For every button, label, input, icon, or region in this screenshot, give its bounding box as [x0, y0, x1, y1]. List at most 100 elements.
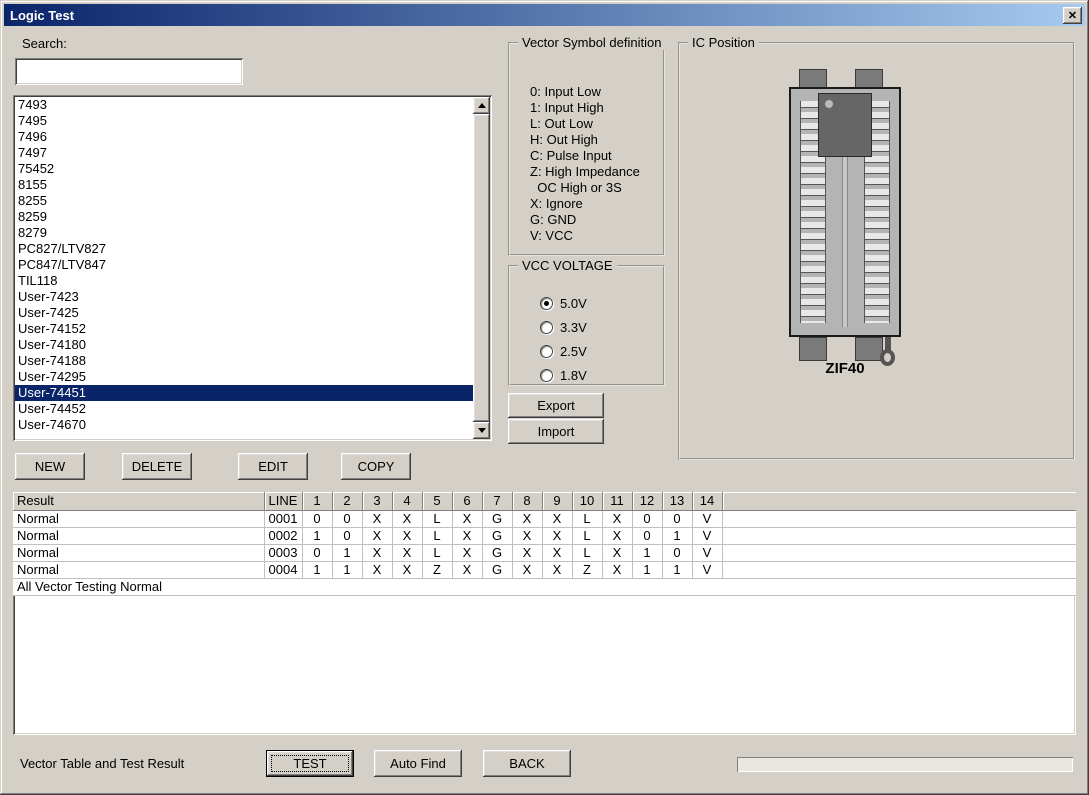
- ic-position-title: IC Position: [688, 35, 759, 50]
- auto-find-button[interactable]: Auto Find: [374, 750, 462, 777]
- radio-icon[interactable]: [540, 321, 553, 334]
- vcc-option-label: 2.5V: [560, 344, 587, 359]
- column-header[interactable]: 7: [482, 492, 512, 510]
- vector-symbol-line: L: Out Low: [530, 116, 640, 132]
- list-item[interactable]: 75452: [15, 161, 473, 177]
- list-item[interactable]: PC827/LTV827: [15, 241, 473, 257]
- progress-bar: [737, 757, 1073, 772]
- column-header[interactable]: 2: [332, 492, 362, 510]
- list-item[interactable]: User-74180: [15, 337, 473, 353]
- column-header[interactable]: 14: [692, 492, 722, 510]
- close-icon[interactable]: ✕: [1063, 7, 1082, 24]
- list-item[interactable]: 8155: [15, 177, 473, 193]
- column-header[interactable]: 5: [422, 492, 452, 510]
- scroll-down-icon[interactable]: [473, 422, 490, 439]
- column-header[interactable]: 13: [662, 492, 692, 510]
- search-input[interactable]: [15, 58, 243, 85]
- vector-cell: V: [692, 544, 722, 561]
- line-cell: 0002: [264, 527, 302, 544]
- import-button[interactable]: Import: [508, 419, 604, 444]
- vector-cell: 1: [332, 544, 362, 561]
- vcc-option[interactable]: 3.3V: [540, 315, 587, 339]
- vector-cell: X: [392, 510, 422, 527]
- list-item[interactable]: TIL118: [15, 273, 473, 289]
- list-scrollbar[interactable]: [473, 97, 490, 439]
- column-header[interactable]: 6: [452, 492, 482, 510]
- vector-cell: G: [482, 527, 512, 544]
- list-item[interactable]: PC847/LTV847: [15, 257, 473, 273]
- scroll-up-icon[interactable]: [473, 97, 490, 114]
- radio-icon[interactable]: [540, 297, 553, 310]
- list-item[interactable]: 8259: [15, 209, 473, 225]
- result-row[interactable]: Normal000301XXLXGXXLX10V: [13, 544, 1076, 561]
- column-header[interactable]: 3: [362, 492, 392, 510]
- delete-button[interactable]: DELETE: [122, 453, 192, 480]
- triangle-up-icon: [478, 103, 486, 108]
- line-cell: 0001: [264, 510, 302, 527]
- column-header[interactable]: 10: [572, 492, 602, 510]
- vcc-option[interactable]: 5.0V: [540, 291, 587, 315]
- column-header[interactable]: 4: [392, 492, 422, 510]
- list-item[interactable]: 8255: [15, 193, 473, 209]
- column-header[interactable]: 11: [602, 492, 632, 510]
- list-item[interactable]: User-74452: [15, 401, 473, 417]
- vector-symbol-lines: 0: Input Low1: Input HighL: Out LowH: Ou…: [530, 84, 640, 244]
- column-header[interactable]: 9: [542, 492, 572, 510]
- result-row[interactable]: Normal000100XXLXGXXLX00V: [13, 510, 1076, 527]
- vector-symbol-title: Vector Symbol definition: [518, 35, 665, 50]
- vector-cell: X: [602, 544, 632, 561]
- vector-cell: X: [602, 527, 632, 544]
- result-row[interactable]: Normal000210XXLXGXXLX01V: [13, 527, 1076, 544]
- column-header[interactable]: LINE: [264, 492, 302, 510]
- vector-cell: X: [512, 510, 542, 527]
- list-item[interactable]: 8279: [15, 225, 473, 241]
- list-item[interactable]: 7495: [15, 113, 473, 129]
- back-button[interactable]: BACK: [483, 750, 571, 777]
- list-item[interactable]: User-74451: [15, 385, 473, 401]
- export-button[interactable]: Export: [508, 393, 604, 418]
- column-header[interactable]: Result: [13, 492, 264, 510]
- vector-cell: 1: [662, 527, 692, 544]
- socket-label: ZIF40: [787, 360, 903, 377]
- list-item[interactable]: User-74188: [15, 353, 473, 369]
- result-row[interactable]: Normal000411XXZXGXXZX11V: [13, 561, 1076, 578]
- edit-button[interactable]: EDIT: [238, 453, 308, 480]
- vector-cell: X: [512, 544, 542, 561]
- vector-cell: X: [512, 527, 542, 544]
- vector-cell: G: [482, 561, 512, 578]
- list-item[interactable]: User-74152: [15, 321, 473, 337]
- vector-cell: V: [692, 561, 722, 578]
- list-item[interactable]: 7497: [15, 145, 473, 161]
- list-item[interactable]: User-74295: [15, 369, 473, 385]
- ic-listbox[interactable]: 7493749574967497754528155825582598279PC8…: [13, 95, 492, 441]
- list-item[interactable]: 7493: [15, 97, 473, 113]
- vector-cell: 0: [662, 510, 692, 527]
- filler-cell: [722, 527, 1076, 544]
- new-button[interactable]: NEW: [15, 453, 85, 480]
- list-item[interactable]: 7496: [15, 129, 473, 145]
- filler-cell: [722, 544, 1076, 561]
- vector-cell: 0: [332, 510, 362, 527]
- column-header[interactable]: 8: [512, 492, 542, 510]
- title-bar[interactable]: Logic Test ✕: [4, 4, 1085, 26]
- column-header[interactable]: 1: [302, 492, 332, 510]
- copy-button[interactable]: COPY: [341, 453, 411, 480]
- vcc-option[interactable]: 1.8V: [540, 363, 587, 387]
- radio-icon[interactable]: [540, 369, 553, 382]
- vector-cell: X: [542, 561, 572, 578]
- ic-position-groupbox: IC Position ZIF40: [678, 42, 1075, 460]
- scrollbar-thumb[interactable]: [473, 114, 490, 422]
- list-item[interactable]: User-74670: [15, 417, 473, 433]
- list-item[interactable]: User-7425: [15, 305, 473, 321]
- vector-cell: X: [452, 561, 482, 578]
- radio-icon[interactable]: [540, 345, 553, 358]
- vector-cell: G: [482, 544, 512, 561]
- vcc-option[interactable]: 2.5V: [540, 339, 587, 363]
- vector-cell: X: [362, 561, 392, 578]
- test-button[interactable]: TEST: [266, 750, 354, 777]
- vector-cell: 0: [302, 510, 332, 527]
- list-item[interactable]: User-7423: [15, 289, 473, 305]
- vector-cell: X: [362, 527, 392, 544]
- vector-cell: 0: [632, 510, 662, 527]
- column-header[interactable]: 12: [632, 492, 662, 510]
